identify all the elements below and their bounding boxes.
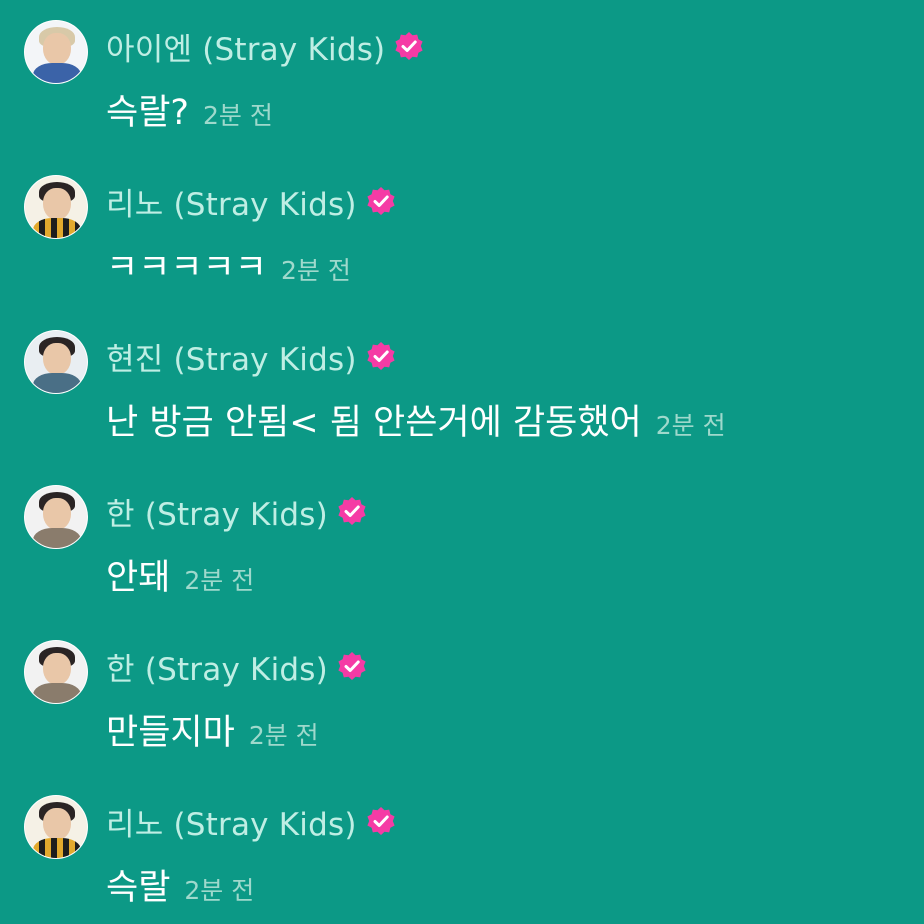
message-time: 2분 전 — [655, 411, 726, 440]
avatar[interactable] — [24, 485, 88, 549]
message-time: 2분 전 — [184, 876, 255, 905]
avatar[interactable] — [24, 20, 88, 84]
chat-message: 현진 (Stray Kids) 난 방금 안됨< 됨 안쓴거에 감동했어 2분 … — [0, 310, 924, 450]
sender-name[interactable]: 리노 (Stray Kids) — [106, 799, 357, 844]
verified-badge-icon — [367, 807, 395, 835]
message-text: ㅋㅋㅋㅋㅋ — [106, 248, 268, 288]
avatar[interactable] — [24, 640, 88, 704]
chat-message: 아이엔 (Stray Kids) 슥랄? 2분 전 — [0, 0, 924, 140]
sender-name[interactable]: 한 (Stray Kids) — [106, 644, 328, 689]
message-text: 안돼 — [106, 558, 171, 598]
chat-message-list[interactable]: 아이엔 (Stray Kids) 슥랄? 2분 전 리노 (Stray Kids… — [0, 0, 924, 924]
verified-badge-icon — [395, 32, 423, 60]
sender-name[interactable]: 아이엔 (Stray Kids) — [106, 24, 385, 69]
message-time: 2분 전 — [202, 101, 273, 130]
message-text: 만들지마 — [106, 713, 235, 753]
verified-badge-icon — [367, 187, 395, 215]
message-text: 슥랄 — [106, 868, 171, 908]
chat-message: 리노 (Stray Kids) 슥랄 2분 전 — [0, 775, 924, 915]
verified-badge-icon — [338, 497, 366, 525]
sender-name[interactable]: 한 (Stray Kids) — [106, 489, 328, 534]
sender-name[interactable]: 현진 (Stray Kids) — [106, 334, 357, 379]
verified-badge-icon — [367, 342, 395, 370]
sender-name[interactable]: 리노 (Stray Kids) — [106, 179, 357, 224]
chat-message: 리노 (Stray Kids) ㅋㅋㅋㅋㅋ 2분 전 — [0, 155, 924, 295]
message-time: 2분 전 — [281, 256, 351, 285]
avatar[interactable] — [24, 795, 88, 859]
avatar[interactable] — [24, 330, 88, 394]
message-text: 슥랄? — [106, 93, 189, 133]
verified-badge-icon — [338, 652, 366, 680]
message-time: 2분 전 — [184, 566, 255, 595]
chat-message: 한 (Stray Kids) 만들지마 2분 전 — [0, 620, 924, 760]
message-text: 난 방금 안됨< 됨 안쓴거에 감동했어 — [106, 403, 642, 443]
message-time: 2분 전 — [248, 721, 319, 750]
chat-message: 한 (Stray Kids) 안돼 2분 전 — [0, 465, 924, 605]
avatar[interactable] — [24, 175, 88, 239]
